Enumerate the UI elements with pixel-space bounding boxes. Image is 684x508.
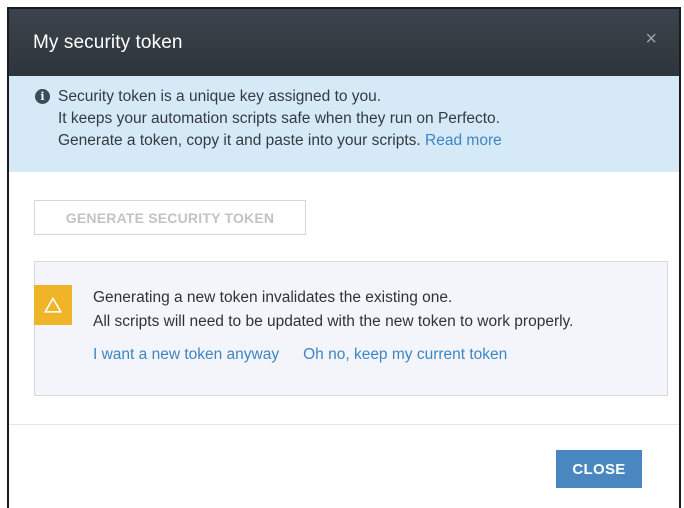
warning-icon (34, 285, 72, 325)
generate-token-button[interactable]: GENERATE SECURITY TOKEN (34, 200, 306, 235)
read-more-link[interactable]: Read more (425, 132, 502, 149)
info-text: Security token is a unique key assigned … (58, 86, 502, 172)
info-line-3-text: Generate a token, copy it and paste into… (58, 132, 421, 149)
warning-line-2: All scripts will need to be updated with… (93, 313, 574, 330)
warning-panel: Generating a new token invalidates the e… (34, 261, 668, 396)
warning-line-1: Generating a new token invalidates the e… (93, 289, 453, 306)
new-token-anyway-link[interactable]: I want a new token anyway (93, 346, 279, 363)
close-button[interactable]: CLOSE (556, 450, 642, 488)
info-line-1: Security token is a unique key assigned … (58, 88, 382, 105)
keep-current-token-link[interactable]: Oh no, keep my current token (303, 346, 507, 363)
security-token-dialog: My security token × i Security token is … (7, 7, 681, 508)
info-line-2: It keeps your automation scripts safe wh… (58, 110, 500, 127)
warning-text: Generating a new token invalidates the e… (93, 286, 573, 334)
footer-divider (9, 424, 679, 425)
info-icon: i (35, 89, 50, 104)
close-icon[interactable]: × (645, 29, 657, 49)
warning-actions: I want a new token anyway Oh no, keep my … (93, 346, 507, 364)
info-banner: i Security token is a unique key assigne… (9, 76, 679, 172)
dialog-header: My security token × (9, 9, 679, 76)
info-line-3: Generate a token, copy it and paste into… (58, 130, 502, 152)
dialog-title: My security token (33, 31, 183, 53)
